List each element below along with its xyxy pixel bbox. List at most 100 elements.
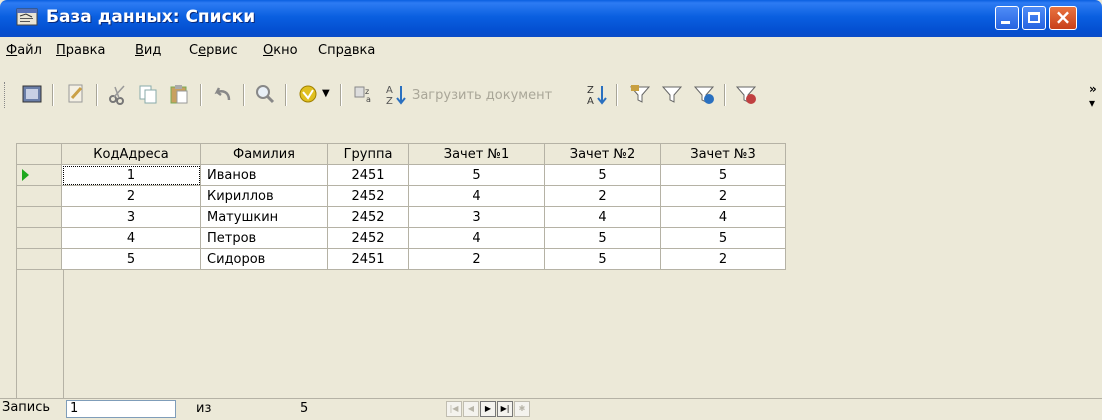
cell-test2[interactable]: 4 — [544, 206, 661, 228]
filter-by-form-icon[interactable] — [660, 82, 684, 106]
toolbar-separator — [243, 84, 245, 106]
cell-surname[interactable]: Кириллов — [200, 185, 328, 207]
cell-test1[interactable]: 4 — [408, 185, 545, 207]
cell-test2[interactable]: 5 — [544, 227, 661, 249]
sort-icon[interactable]: z a — [352, 82, 376, 106]
cell-kod[interactable]: 4 — [61, 227, 201, 249]
record-selector[interactable] — [16, 206, 62, 228]
record-navigator: Запись 1 из 5 |◀ ◀ ▶ ▶| ✱ — [0, 398, 1102, 420]
menu-window-accel: О — [263, 43, 274, 58]
column-header-test2[interactable]: Зачет №2 — [544, 143, 661, 165]
toolbar-overflow-icon[interactable]: » ▾ — [1089, 82, 1097, 110]
toolbar-separator — [616, 84, 618, 106]
cell-group[interactable]: 2452 — [327, 206, 409, 228]
menu-service-rest: рвис — [206, 43, 238, 58]
record-selector[interactable] — [16, 248, 62, 270]
cell-surname[interactable]: Петров — [200, 227, 328, 249]
cell-surname[interactable]: Сидоров — [200, 248, 328, 270]
table-row: 1 Иванов 2451 5 5 5 — [16, 164, 786, 186]
new-record-button[interactable]: ✱ — [514, 401, 530, 417]
menu-help[interactable]: Справка — [318, 43, 375, 58]
cell-group[interactable]: 2452 — [327, 227, 409, 249]
column-header-surname[interactable]: Фамилия — [200, 143, 328, 165]
menu-edit[interactable]: Правка — [56, 43, 105, 58]
paste-icon[interactable] — [167, 82, 191, 106]
cell-test3[interactable]: 2 — [660, 248, 786, 270]
menu-window[interactable]: Окно — [263, 43, 298, 58]
title-bar[interactable]: База данных: Списки × — [0, 0, 1102, 37]
toolbar-separator — [52, 84, 54, 106]
find-icon[interactable] — [253, 82, 277, 106]
column-header-test1[interactable]: Зачет №1 — [408, 143, 545, 165]
close-button[interactable]: × — [1049, 5, 1077, 30]
cell-test1[interactable]: 5 — [408, 164, 545, 186]
record-selector[interactable] — [16, 185, 62, 207]
datasheet-window-icon[interactable] — [16, 8, 38, 26]
cell-test3[interactable]: 5 — [660, 227, 786, 249]
cell-surname[interactable]: Иванов — [200, 164, 328, 186]
cell-test2[interactable]: 2 — [544, 185, 661, 207]
menu-view-rest: ид — [143, 43, 162, 58]
load-document-button[interactable]: Загрузить документ — [412, 88, 552, 103]
cell-group[interactable]: 2451 — [327, 248, 409, 270]
cell-test1[interactable]: 3 — [408, 206, 545, 228]
next-record-button[interactable]: ▶ — [480, 401, 496, 417]
toolbar: ▼ z a A Z Загрузить документ Z A » ▾ — [0, 68, 1102, 124]
toolbar-separator — [96, 84, 98, 106]
current-record-input[interactable]: 1 — [66, 400, 176, 418]
cell-test1[interactable]: 2 — [408, 248, 545, 270]
filter-by-selection-icon[interactable] — [628, 82, 652, 106]
select-all-corner[interactable] — [16, 143, 62, 165]
previous-record-button[interactable]: ◀ — [463, 401, 479, 417]
menu-service[interactable]: Сервис — [189, 43, 238, 58]
cell-test3[interactable]: 4 — [660, 206, 786, 228]
window-title: База данных: Списки — [46, 7, 256, 27]
cell-kod[interactable]: 2 — [61, 185, 201, 207]
menu-file[interactable]: Файл — [6, 43, 42, 58]
menu-service-accel: е — [198, 43, 207, 58]
cell-group[interactable]: 2451 — [327, 164, 409, 186]
cell-surname[interactable]: Матушкин — [200, 206, 328, 228]
cell-test2[interactable]: 5 — [544, 248, 661, 270]
table-row: 5 Сидоров 2451 2 5 2 — [16, 248, 786, 270]
edit-document-icon[interactable] — [64, 82, 88, 106]
column-header-kod[interactable]: КодАдреса — [61, 143, 201, 165]
cell-kod[interactable]: 5 — [61, 248, 201, 270]
current-record-icon — [22, 169, 29, 181]
cell-test2[interactable]: 5 — [544, 164, 661, 186]
cell-kod[interactable]: 1 — [61, 164, 201, 186]
close-icon: × — [1054, 5, 1072, 29]
last-record-button[interactable]: ▶| — [497, 401, 513, 417]
menu-help-pre: Спр — [318, 43, 344, 58]
cell-test3[interactable]: 2 — [660, 185, 786, 207]
remove-filter-icon[interactable] — [734, 82, 758, 106]
copy-icon[interactable] — [136, 82, 160, 106]
record-label: Запись — [2, 400, 51, 415]
access-window: База данных: Списки × Файл Правка Вид Се… — [0, 0, 1102, 420]
view-mode-icon[interactable] — [20, 82, 44, 106]
first-record-button[interactable]: |◀ — [446, 401, 462, 417]
dropdown-arrow-icon[interactable]: ▼ — [322, 88, 330, 99]
cell-test3[interactable]: 5 — [660, 164, 786, 186]
cell-test1[interactable]: 4 — [408, 227, 545, 249]
table-row: 3 Матушкин 2452 3 4 4 — [16, 206, 786, 228]
toolbar-separator — [724, 84, 726, 106]
record-selector[interactable] — [16, 164, 62, 186]
sort-ascending-icon[interactable]: A Z — [384, 82, 408, 106]
office-links-icon[interactable] — [296, 82, 320, 106]
menu-view[interactable]: Вид — [135, 43, 161, 58]
cell-group[interactable]: 2452 — [327, 185, 409, 207]
column-header-group[interactable]: Группа — [327, 143, 409, 165]
column-header-test3[interactable]: Зачет №3 — [660, 143, 786, 165]
cut-icon[interactable] — [106, 82, 130, 106]
minimize-button[interactable] — [995, 6, 1019, 30]
undo-icon[interactable] — [211, 82, 235, 106]
record-selector[interactable] — [16, 227, 62, 249]
menu-edit-rest: равка — [65, 43, 106, 58]
sort-descending-icon[interactable]: Z A — [585, 82, 609, 106]
maximize-button[interactable] — [1022, 6, 1046, 30]
apply-filter-icon[interactable] — [692, 82, 716, 106]
cell-kod[interactable]: 3 — [61, 206, 201, 228]
total-records: 5 — [300, 401, 309, 416]
toolbar-grip[interactable] — [4, 82, 7, 108]
